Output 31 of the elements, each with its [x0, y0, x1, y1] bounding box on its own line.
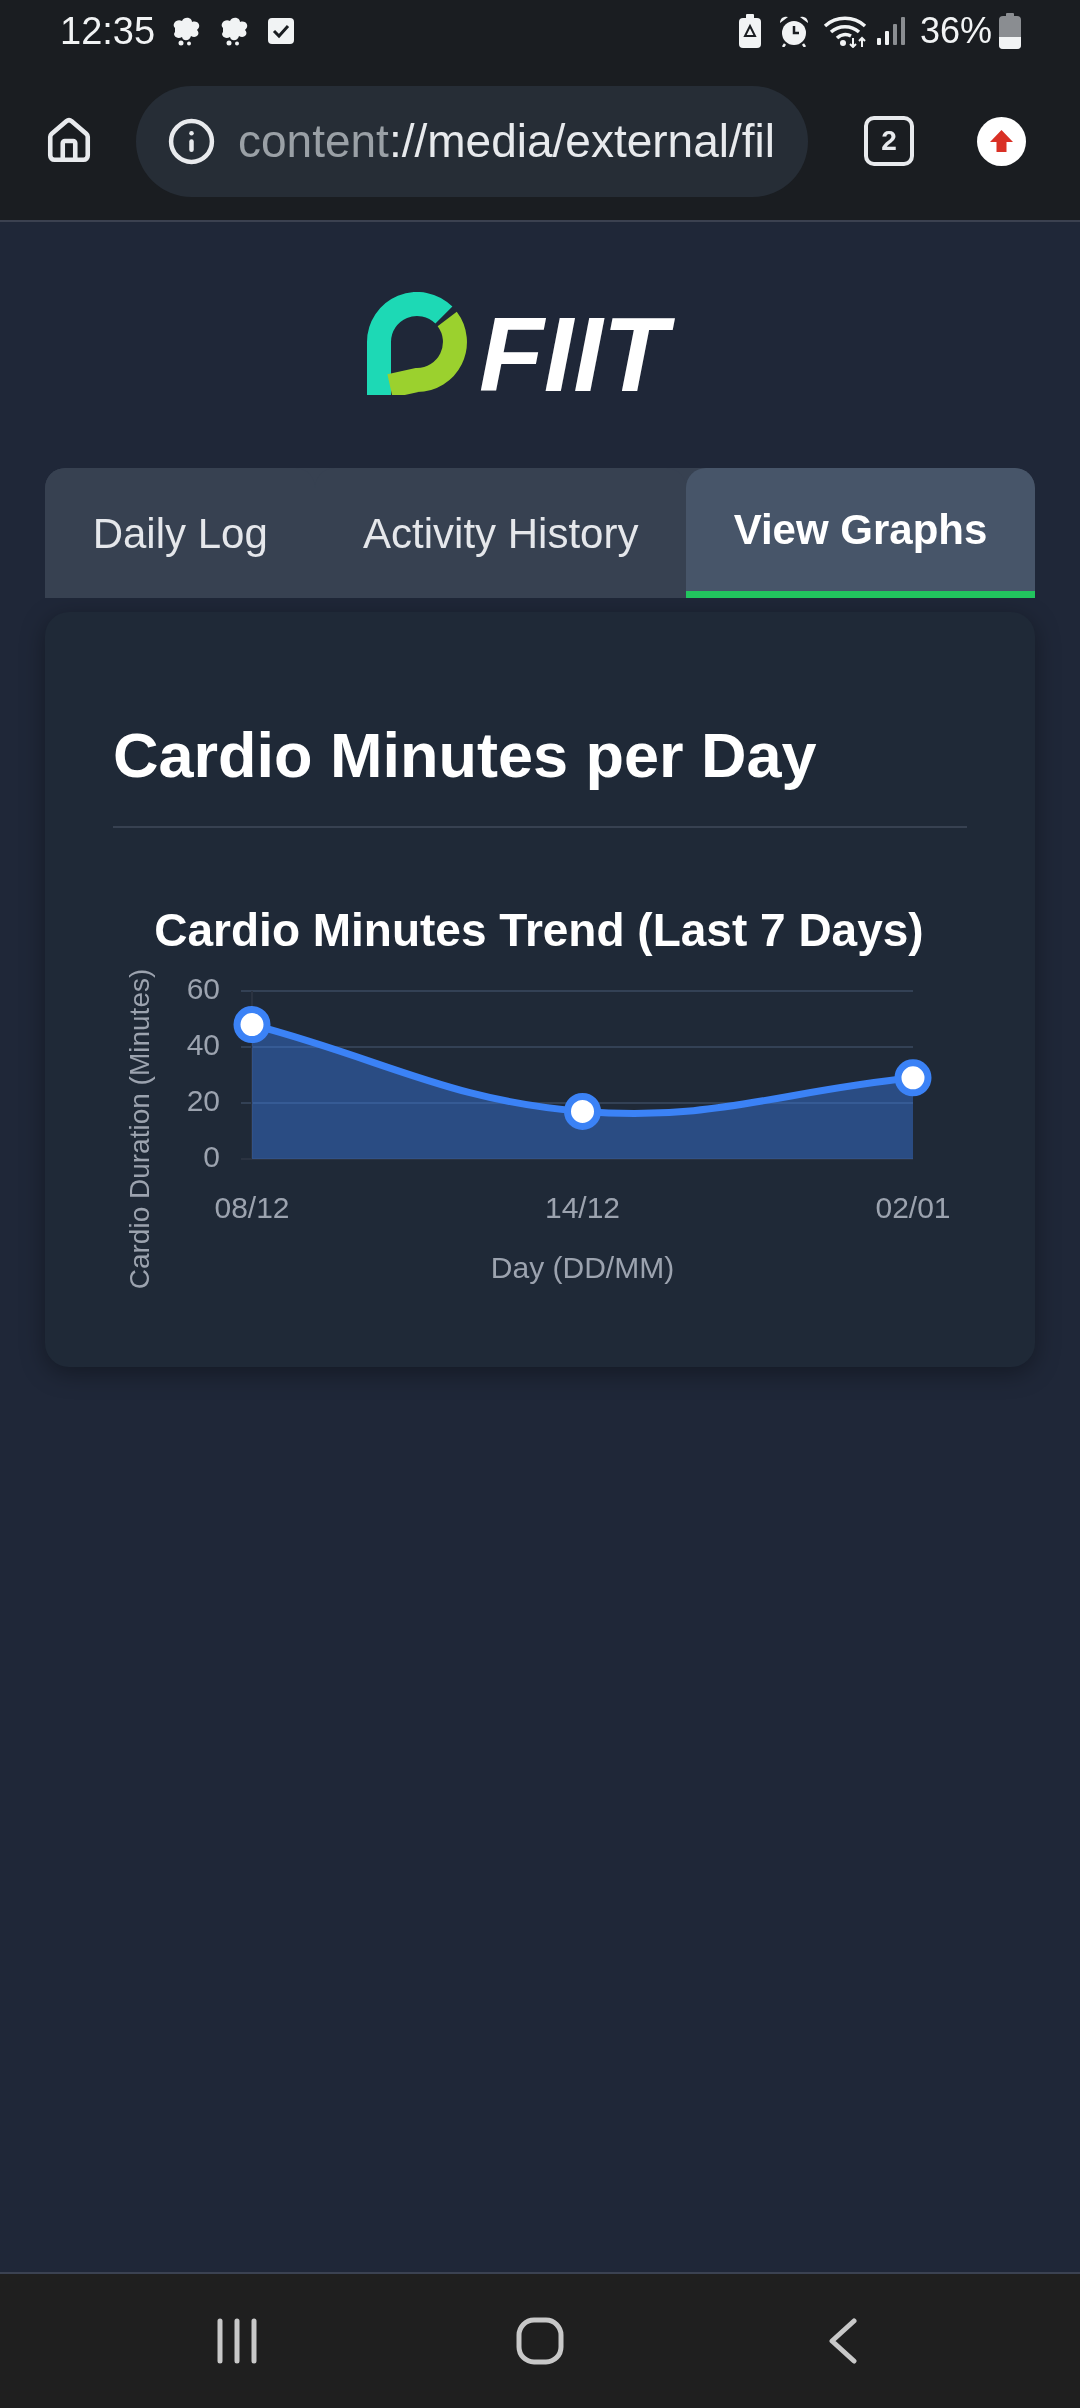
info-icon	[167, 116, 216, 166]
signal-icon	[876, 17, 905, 45]
data-point	[233, 1005, 271, 1043]
address-bar[interactable]: content://media/external/fil	[136, 85, 808, 197]
back-icon[interactable]	[827, 2318, 858, 2364]
card-heading: Cardio Minutes per Day	[113, 718, 967, 828]
data-point	[894, 1058, 932, 1096]
axis-tick-label: 40	[186, 1027, 220, 1061]
status-time: 12:35	[60, 12, 156, 50]
axis-tick-label: 02/01	[875, 1190, 951, 1224]
axis-tick-label: 0	[203, 1139, 220, 1173]
url-text: content://media/external/fil	[238, 118, 775, 164]
axis-tick-label: 60	[186, 971, 220, 1005]
checkbox-icon	[268, 18, 295, 44]
battery-icon	[999, 13, 1021, 49]
wifi-icon	[821, 14, 868, 48]
axis-tick-label: 20	[186, 1083, 220, 1117]
recent-apps-icon[interactable]	[216, 2318, 259, 2364]
chart-title: Cardio Minutes Trend (Last 7 Days)	[154, 903, 924, 956]
home-icon[interactable]	[516, 2317, 564, 2365]
alarm-icon	[777, 15, 810, 47]
axis-tick-label: 08/12	[214, 1190, 290, 1224]
battery-saver-icon	[737, 14, 762, 48]
tab[interactable]: View Graphs	[686, 468, 1035, 598]
axis-title: Day (DD/MM)	[490, 1250, 675, 1284]
axis-title: Cardio Duration (Minutes)	[124, 968, 156, 1289]
logo-text: FIIT	[475, 301, 686, 407]
battery-percentage: 36%	[919, 13, 992, 49]
axis-tick-label: 14/12	[544, 1190, 621, 1224]
data-point	[564, 1092, 601, 1130]
tab-count-button[interactable]: 2	[864, 116, 914, 166]
